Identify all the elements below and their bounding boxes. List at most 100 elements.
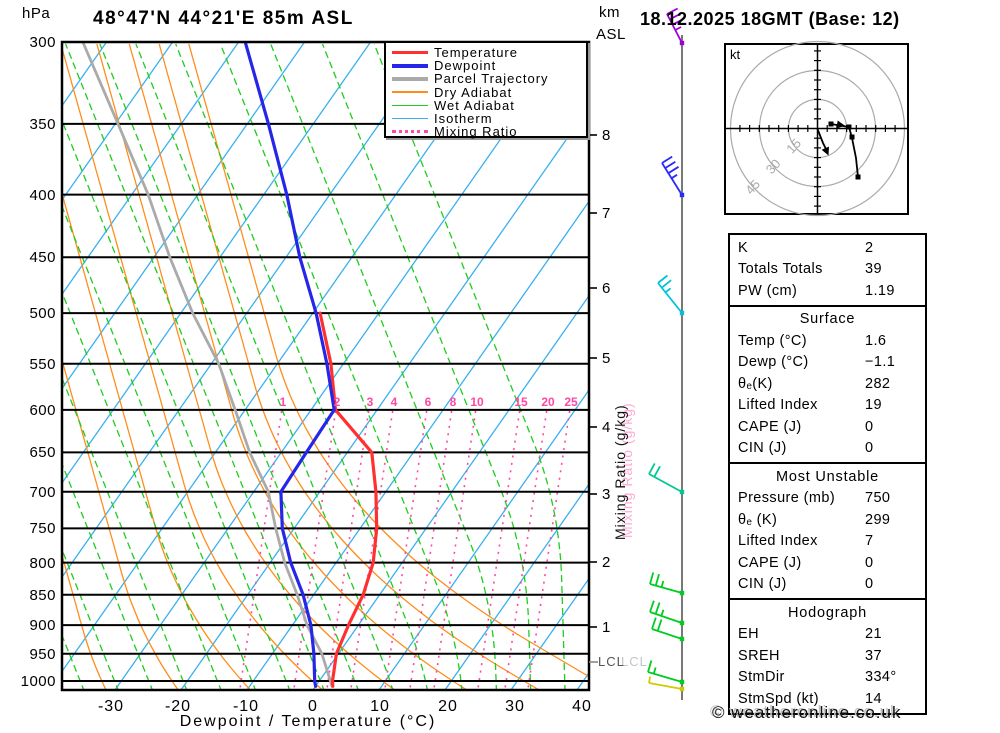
table-row-value: 39 bbox=[865, 261, 882, 278]
mixing-ratio-value-label: 4 bbox=[390, 395, 398, 409]
table-row: EH 21 bbox=[730, 624, 925, 646]
km-tick-label: 1 bbox=[602, 619, 611, 636]
table-row: Totals Totals 39 bbox=[730, 259, 925, 281]
mixing-ratio-value-label: 25 bbox=[564, 395, 578, 409]
table-row-value: 2 bbox=[865, 239, 874, 256]
legend-label: Isotherm bbox=[434, 111, 493, 127]
table-row-label: CIN (J) bbox=[738, 440, 787, 457]
mixing-ratio-value-label: 3 bbox=[366, 395, 374, 409]
km-tick-label: 5 bbox=[602, 350, 611, 367]
wind-barb-anchor-dot bbox=[679, 489, 685, 495]
temp-tick-label: 40 bbox=[572, 698, 592, 715]
table-row: K2 bbox=[730, 237, 925, 259]
mixing-ratio-value-label: 10 bbox=[470, 395, 484, 409]
table-row-value: 21 bbox=[865, 626, 882, 643]
legend-item: Wet Adiabat bbox=[392, 99, 586, 112]
temp-tick-label: 20 bbox=[438, 698, 458, 715]
legend-item: Temperature bbox=[392, 46, 586, 59]
table-row-label: Lifted Index bbox=[738, 397, 818, 414]
table-row-label: StmDir bbox=[738, 669, 785, 686]
km-tick-label: 6 bbox=[602, 280, 611, 297]
hodograph-trace-marker bbox=[855, 174, 861, 180]
table-row-label: θₑ (K) bbox=[738, 511, 778, 528]
legend-item: Dry Adiabat bbox=[392, 86, 586, 99]
mixing-ratio-value-label: 2 bbox=[333, 395, 341, 409]
table-row-value: 0 bbox=[865, 418, 874, 435]
table-row: Pressure (mb) 750 bbox=[730, 488, 925, 510]
legend-label: Temperature bbox=[434, 45, 518, 61]
legend-label: Mixing Ratio bbox=[434, 124, 518, 140]
table-row-label: Totals Totals bbox=[738, 261, 823, 278]
legend-swatch-solid bbox=[392, 104, 428, 107]
table-row-value: 0 bbox=[865, 554, 874, 571]
hodograph-trace-marker bbox=[828, 121, 834, 127]
mixing-ratio-value-label: 6 bbox=[424, 395, 432, 409]
wind-barb-anchor-dot bbox=[679, 192, 685, 198]
temp-tick-label: 10 bbox=[370, 698, 390, 715]
pressure-tick-label: 1000 bbox=[20, 673, 56, 690]
asl-axis-unit: ASL bbox=[596, 26, 626, 43]
table-section-header: Surface bbox=[799, 311, 856, 328]
isotherm-line bbox=[312, 294, 589, 690]
km-tick-label: 2 bbox=[602, 554, 611, 571]
km-axis-unit: km bbox=[599, 4, 620, 21]
pressure-tick-label: 400 bbox=[29, 187, 56, 204]
wind-barb bbox=[648, 676, 685, 692]
table-row-label: Dewp (°C) bbox=[738, 354, 809, 371]
legend-label: Parcel Trajectory bbox=[434, 71, 549, 87]
table-row: StmDir 334° bbox=[730, 667, 925, 689]
table-row-value: −1.1 bbox=[865, 354, 896, 371]
table-row: Dewp (°C) −1.1 bbox=[730, 352, 925, 374]
table-row-value: 750 bbox=[865, 490, 891, 507]
table-row-label: Temp (°C) bbox=[738, 332, 808, 349]
table-row: Lifted Index 7 bbox=[730, 531, 925, 553]
table-row-label: SREH bbox=[738, 647, 780, 664]
wind-barb-anchor-dot bbox=[679, 679, 685, 685]
hodograph-trace-marker bbox=[846, 124, 852, 130]
km-axis bbox=[589, 134, 598, 663]
table-row-label: Pressure (mb) bbox=[738, 490, 836, 507]
wind-barb-column bbox=[647, 7, 685, 700]
table-row-label: θₑ(K) bbox=[738, 375, 773, 392]
mixing-ratio-value-label: 1 bbox=[279, 395, 287, 409]
legend-item: Dewpoint bbox=[392, 59, 586, 72]
chart-legend: Temperature Dewpoint Parcel Trajectory Dry … bbox=[384, 41, 588, 138]
pressure-tick-label: 600 bbox=[29, 402, 56, 419]
skewt-sounding-page: 15 30 45 hPa 48°47'N 44°21'E 85m ASL km AS… bbox=[0, 0, 1000, 733]
table-section: Surface Temp (°C) 1.6 Dewp (°C) −1.1 θₑ(K) 282… bbox=[730, 307, 925, 464]
plot-border bbox=[60, 40, 591, 692]
table-row-value: 334° bbox=[865, 669, 897, 686]
table-row-value: 37 bbox=[865, 647, 882, 664]
legend-swatch-dotted bbox=[392, 130, 428, 134]
table-row-label: CIN (J) bbox=[738, 576, 787, 593]
table-section-header: Most Unstable bbox=[775, 468, 880, 485]
km-tick-label: 3 bbox=[602, 486, 611, 503]
legend-item: Isotherm bbox=[392, 112, 586, 125]
table-row: SREH 37 bbox=[730, 645, 925, 667]
lcl-marker-ghost: LCL bbox=[621, 654, 648, 669]
temp-tick-label: 30 bbox=[505, 698, 525, 715]
table-row: CAPE (J) 0 bbox=[730, 552, 925, 574]
legend-swatch-solid bbox=[392, 50, 428, 55]
temp-tick-label: -20 bbox=[164, 698, 192, 715]
wind-barb-anchor-dot bbox=[679, 620, 685, 626]
km-tick-label: 4 bbox=[602, 419, 611, 436]
table-row-value: 0 bbox=[865, 440, 874, 457]
lcl-marker-label: LCL bbox=[598, 654, 625, 669]
table-row: θₑ (K) 299 bbox=[730, 509, 925, 531]
table-row-label: PW (cm) bbox=[738, 282, 798, 299]
pressure-tick-label: 300 bbox=[29, 34, 56, 51]
wind-barb-anchor-dot bbox=[679, 590, 685, 596]
table-row-value: 1.6 bbox=[865, 332, 887, 349]
km-tick-label: 7 bbox=[602, 205, 611, 222]
mixing-ratio-value-label: 15 bbox=[514, 395, 528, 409]
table-row-value: 0 bbox=[865, 576, 874, 593]
wind-barb-anchor-dot bbox=[679, 686, 685, 692]
hodograph-trace-marker bbox=[849, 134, 855, 140]
wind-barb bbox=[649, 572, 685, 596]
run-date-label: 18.12.2025 18GMT (Base: 12) bbox=[640, 9, 900, 29]
table-row-label: Lifted Index bbox=[738, 533, 818, 550]
pressure-tick-label: 850 bbox=[29, 587, 56, 604]
temp-tick-label: -10 bbox=[232, 698, 260, 715]
temp-tick-label: 0 bbox=[308, 698, 318, 715]
